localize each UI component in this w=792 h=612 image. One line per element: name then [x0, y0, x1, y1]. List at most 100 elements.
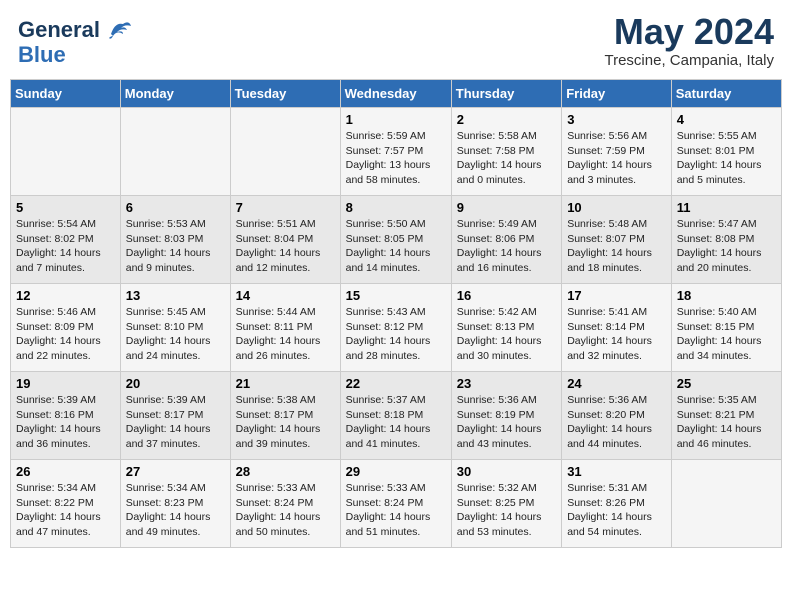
weekday-header-thursday: Thursday — [451, 80, 561, 108]
calendar-cell — [120, 108, 230, 196]
day-info: Sunrise: 5:32 AM Sunset: 8:25 PM Dayligh… — [457, 481, 556, 540]
calendar-cell: 25 Sunrise: 5:35 AM Sunset: 8:21 PM Dayli… — [671, 372, 781, 460]
calendar-cell: 23 Sunrise: 5:36 AM Sunset: 8:19 PM Dayli… — [451, 372, 561, 460]
day-info: Sunrise: 5:43 AM Sunset: 8:12 PM Dayligh… — [346, 305, 446, 364]
calendar-week-4: 19 Sunrise: 5:39 AM Sunset: 8:16 PM Dayli… — [11, 372, 782, 460]
calendar-cell: 31 Sunrise: 5:31 AM Sunset: 8:26 PM Dayli… — [562, 460, 672, 548]
calendar-cell: 26 Sunrise: 5:34 AM Sunset: 8:22 PM Dayli… — [11, 460, 121, 548]
day-info: Sunrise: 5:35 AM Sunset: 8:21 PM Dayligh… — [677, 393, 776, 452]
calendar-cell: 12 Sunrise: 5:46 AM Sunset: 8:09 PM Dayli… — [11, 284, 121, 372]
day-info: Sunrise: 5:33 AM Sunset: 8:24 PM Dayligh… — [236, 481, 335, 540]
day-number: 4 — [677, 112, 776, 127]
day-info: Sunrise: 5:49 AM Sunset: 8:06 PM Dayligh… — [457, 217, 556, 276]
day-number: 14 — [236, 288, 335, 303]
day-info: Sunrise: 5:34 AM Sunset: 8:23 PM Dayligh… — [126, 481, 225, 540]
calendar-week-2: 5 Sunrise: 5:54 AM Sunset: 8:02 PM Daylig… — [11, 196, 782, 284]
weekday-header-tuesday: Tuesday — [230, 80, 340, 108]
calendar-week-3: 12 Sunrise: 5:46 AM Sunset: 8:09 PM Dayli… — [11, 284, 782, 372]
calendar-cell: 3Sunrise: 5:56 AM Sunset: 7:59 PM Daylig… — [562, 108, 672, 196]
day-number: 21 — [236, 376, 335, 391]
day-number: 23 — [457, 376, 556, 391]
day-number: 10 — [567, 200, 666, 215]
day-number: 17 — [567, 288, 666, 303]
day-number: 25 — [677, 376, 776, 391]
calendar-week-1: 1Sunrise: 5:59 AM Sunset: 7:57 PM Daylig… — [11, 108, 782, 196]
calendar-cell: 20 Sunrise: 5:39 AM Sunset: 8:17 PM Dayli… — [120, 372, 230, 460]
day-info: Sunrise: 5:44 AM Sunset: 8:11 PM Dayligh… — [236, 305, 335, 364]
day-number: 13 — [126, 288, 225, 303]
header: General Blue May 2024 Trescine, Campania… — [10, 10, 782, 73]
calendar-cell: 18Sunrise: 5:40 AM Sunset: 8:15 PM Dayli… — [671, 284, 781, 372]
weekday-header-wednesday: Wednesday — [340, 80, 451, 108]
day-number: 20 — [126, 376, 225, 391]
day-number: 27 — [126, 464, 225, 479]
calendar-cell — [11, 108, 121, 196]
day-number: 9 — [457, 200, 556, 215]
logo: General Blue — [18, 14, 135, 68]
weekday-header-sunday: Sunday — [11, 80, 121, 108]
day-info: Sunrise: 5:46 AM Sunset: 8:09 PM Dayligh… — [16, 305, 115, 364]
day-info: Sunrise: 5:40 AM Sunset: 8:15 PM Dayligh… — [677, 305, 776, 364]
weekday-header-friday: Friday — [562, 80, 672, 108]
day-number: 11 — [677, 200, 776, 215]
day-info: Sunrise: 5:33 AM Sunset: 8:24 PM Dayligh… — [346, 481, 446, 540]
day-info: Sunrise: 5:41 AM Sunset: 8:14 PM Dayligh… — [567, 305, 666, 364]
location: Trescine, Campania, Italy — [604, 52, 774, 69]
day-number: 26 — [16, 464, 115, 479]
day-info: Sunrise: 5:39 AM Sunset: 8:16 PM Dayligh… — [16, 393, 115, 452]
calendar-cell: 10Sunrise: 5:48 AM Sunset: 8:07 PM Dayli… — [562, 196, 672, 284]
calendar-cell — [671, 460, 781, 548]
day-info: Sunrise: 5:53 AM Sunset: 8:03 PM Dayligh… — [126, 217, 225, 276]
day-info: Sunrise: 5:34 AM Sunset: 8:22 PM Dayligh… — [16, 481, 115, 540]
calendar-cell: 27 Sunrise: 5:34 AM Sunset: 8:23 PM Dayli… — [120, 460, 230, 548]
day-number: 24 — [567, 376, 666, 391]
calendar-cell — [230, 108, 340, 196]
month-title: May 2024 — [604, 14, 774, 50]
day-number: 28 — [236, 464, 335, 479]
calendar-cell: 7Sunrise: 5:51 AM Sunset: 8:04 PM Daylig… — [230, 196, 340, 284]
day-info: Sunrise: 5:31 AM Sunset: 8:26 PM Dayligh… — [567, 481, 666, 540]
day-info: Sunrise: 5:37 AM Sunset: 8:18 PM Dayligh… — [346, 393, 446, 452]
calendar-cell: 5 Sunrise: 5:54 AM Sunset: 8:02 PM Daylig… — [11, 196, 121, 284]
day-info: Sunrise: 5:56 AM Sunset: 7:59 PM Dayligh… — [567, 129, 666, 188]
day-info: Sunrise: 5:59 AM Sunset: 7:57 PM Dayligh… — [346, 129, 446, 188]
title-section: May 2024 Trescine, Campania, Italy — [604, 14, 774, 69]
calendar-cell: 17 Sunrise: 5:41 AM Sunset: 8:14 PM Dayli… — [562, 284, 672, 372]
calendar-cell: 1Sunrise: 5:59 AM Sunset: 7:57 PM Daylig… — [340, 108, 451, 196]
weekday-header-monday: Monday — [120, 80, 230, 108]
calendar-cell: 2Sunrise: 5:58 AM Sunset: 7:58 PM Daylig… — [451, 108, 561, 196]
day-number: 15 — [346, 288, 446, 303]
day-info: Sunrise: 5:36 AM Sunset: 8:19 PM Dayligh… — [457, 393, 556, 452]
day-number: 31 — [567, 464, 666, 479]
day-number: 22 — [346, 376, 446, 391]
calendar-week-5: 26 Sunrise: 5:34 AM Sunset: 8:22 PM Dayli… — [11, 460, 782, 548]
day-info: Sunrise: 5:38 AM Sunset: 8:17 PM Dayligh… — [236, 393, 335, 452]
calendar-cell: 11 Sunrise: 5:47 AM Sunset: 8:08 PM Dayli… — [671, 196, 781, 284]
day-info: Sunrise: 5:58 AM Sunset: 7:58 PM Dayligh… — [457, 129, 556, 188]
weekday-header-saturday: Saturday — [671, 80, 781, 108]
day-info: Sunrise: 5:45 AM Sunset: 8:10 PM Dayligh… — [126, 305, 225, 364]
logo-bird-icon — [103, 14, 135, 46]
day-number: 5 — [16, 200, 115, 215]
calendar-cell: 29 Sunrise: 5:33 AM Sunset: 8:24 PM Dayli… — [340, 460, 451, 548]
calendar-cell: 16 Sunrise: 5:42 AM Sunset: 8:13 PM Dayli… — [451, 284, 561, 372]
calendar-cell: 8Sunrise: 5:50 AM Sunset: 8:05 PM Daylig… — [340, 196, 451, 284]
day-number: 16 — [457, 288, 556, 303]
day-number: 30 — [457, 464, 556, 479]
day-info: Sunrise: 5:54 AM Sunset: 8:02 PM Dayligh… — [16, 217, 115, 276]
day-number: 8 — [346, 200, 446, 215]
calendar-cell: 4Sunrise: 5:55 AM Sunset: 8:01 PM Daylig… — [671, 108, 781, 196]
day-info: Sunrise: 5:42 AM Sunset: 8:13 PM Dayligh… — [457, 305, 556, 364]
day-number: 19 — [16, 376, 115, 391]
calendar-cell: 15 Sunrise: 5:43 AM Sunset: 8:12 PM Dayli… — [340, 284, 451, 372]
calendar-cell: 9 Sunrise: 5:49 AM Sunset: 8:06 PM Daylig… — [451, 196, 561, 284]
calendar-cell: 6Sunrise: 5:53 AM Sunset: 8:03 PM Daylig… — [120, 196, 230, 284]
day-info: Sunrise: 5:39 AM Sunset: 8:17 PM Dayligh… — [126, 393, 225, 452]
day-number: 12 — [16, 288, 115, 303]
calendar: SundayMondayTuesdayWednesdayThursdayFrid… — [10, 79, 782, 548]
calendar-cell: 24Sunrise: 5:36 AM Sunset: 8:20 PM Dayli… — [562, 372, 672, 460]
calendar-cell: 19 Sunrise: 5:39 AM Sunset: 8:16 PM Dayli… — [11, 372, 121, 460]
day-info: Sunrise: 5:47 AM Sunset: 8:08 PM Dayligh… — [677, 217, 776, 276]
day-number: 29 — [346, 464, 446, 479]
calendar-cell: 21 Sunrise: 5:38 AM Sunset: 8:17 PM Dayli… — [230, 372, 340, 460]
